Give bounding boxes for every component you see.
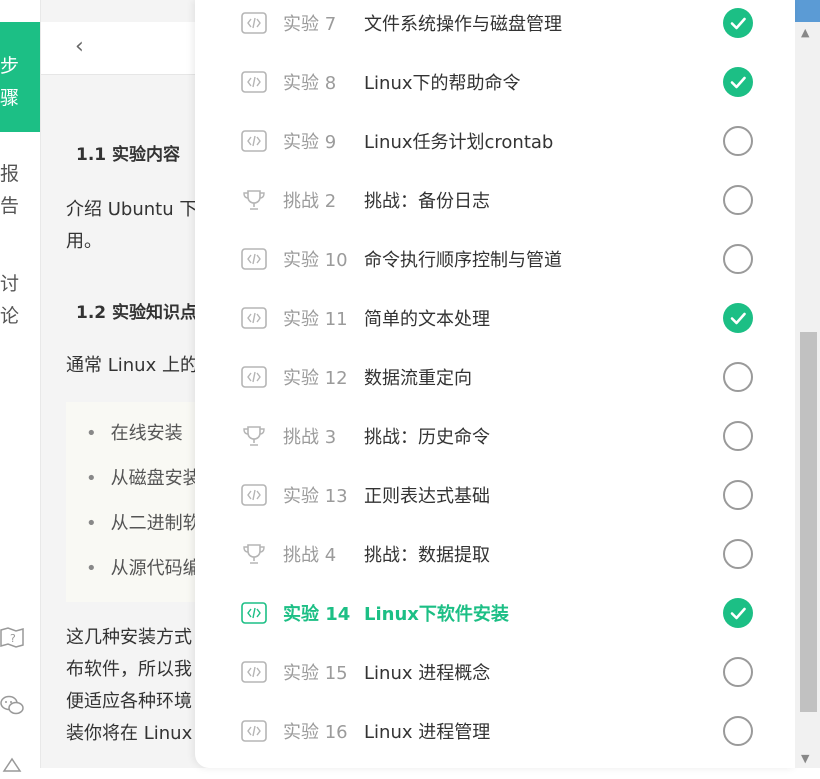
- lab-number: 实验 12: [283, 367, 348, 389]
- lab-title: 文件系统操作与磁盘管理: [364, 13, 562, 35]
- code-icon: [241, 306, 267, 329]
- lab-list-item[interactable]: 实验 13 正则表达式基础: [195, 465, 795, 524]
- scroll-up-icon[interactable]: ▲: [801, 26, 809, 39]
- lab-number: 实验 16: [283, 721, 348, 743]
- code-icon: [241, 719, 267, 742]
- lab-number: 挑战 2: [283, 190, 337, 212]
- empty-circle-icon: [723, 715, 753, 746]
- paragraph-line: 用。: [66, 231, 102, 252]
- lab-list-item[interactable]: 实验 10 命令执行顺序控制与管道: [195, 229, 795, 288]
- trophy-icon: [241, 425, 267, 447]
- code-icon: [241, 247, 267, 270]
- lab-title: 挑战：数据提取: [364, 544, 490, 566]
- check-circle-icon: [723, 7, 753, 38]
- help-map-icon[interactable]: ?: [0, 625, 24, 649]
- partial-icon[interactable]: [0, 755, 24, 779]
- lab-number: 实验 13: [283, 485, 348, 507]
- lab-list-item[interactable]: 挑战 3 挑战：历史命令: [195, 406, 795, 465]
- tab-steps[interactable]: 步骤: [0, 22, 40, 132]
- lab-number: 实验 8: [283, 72, 337, 94]
- lab-number: 实验 14: [283, 603, 351, 625]
- lab-title: 简单的文本处理: [364, 308, 490, 330]
- empty-circle-icon: [723, 479, 753, 510]
- trophy-icon: [241, 189, 267, 211]
- paragraph-line: 便适应各种环境: [66, 691, 192, 712]
- lab-list-item[interactable]: 实验 14 Linux下软件安装: [195, 583, 795, 642]
- paragraph-line: 装你将在 Linux: [66, 723, 193, 744]
- tab-discuss[interactable]: 讨论: [0, 268, 22, 332]
- code-icon: [241, 483, 267, 506]
- tab-report[interactable]: 报告: [0, 158, 22, 222]
- lab-title: 命令执行顺序控制与管道: [364, 249, 562, 271]
- lab-list-item[interactable]: 实验 12 数据流重定向: [195, 347, 795, 406]
- trophy-icon: [241, 543, 267, 565]
- lab-list-item[interactable]: 挑战 2 挑战：备份日志: [195, 170, 795, 229]
- empty-circle-icon: [723, 125, 753, 156]
- lab-title: Linux下的帮助命令: [364, 72, 521, 94]
- scroll-down-icon[interactable]: ▼: [801, 752, 809, 765]
- lab-number: 实验 10: [283, 249, 348, 271]
- back-chevron-icon[interactable]: ‹: [75, 34, 84, 59]
- lab-list-item[interactable]: 实验 15 Linux 进程概念: [195, 642, 795, 701]
- empty-circle-icon: [723, 243, 753, 274]
- lab-list-item[interactable]: 实验 16 Linux 进程管理: [195, 701, 795, 760]
- tab-steps-label: 步骤: [0, 55, 20, 109]
- lab-list-dropdown: 实验 7 文件系统操作与磁盘管理实验 8 Linux下的帮助命令实验 9 Linux任…: [195, 0, 795, 768]
- section-heading-2: 1.2 实验知识点: [76, 303, 198, 323]
- check-circle-icon: [723, 302, 753, 333]
- empty-circle-icon: [723, 184, 753, 215]
- code-icon: [241, 70, 267, 93]
- code-icon: [241, 601, 267, 624]
- lab-title: 数据流重定向: [364, 367, 472, 389]
- lab-list-item[interactable]: 实验 11 简单的文本处理: [195, 288, 795, 347]
- lab-list-item[interactable]: 挑战 4 挑战：数据提取: [195, 524, 795, 583]
- empty-circle-icon: [723, 420, 753, 451]
- left-rail: 步骤 报告 讨论 ?: [0, 0, 41, 772]
- lab-title: 正则表达式基础: [364, 485, 490, 507]
- check-circle-icon: [723, 66, 753, 97]
- lab-title: 挑战：历史命令: [364, 426, 490, 448]
- code-icon: [241, 365, 267, 388]
- paragraph-line: 介绍 Ubuntu 下: [66, 199, 198, 220]
- code-icon: [241, 660, 267, 683]
- scrollbar-thumb[interactable]: [800, 332, 817, 712]
- lab-list-item[interactable]: 实验 8 Linux下的帮助命令: [195, 52, 795, 111]
- code-icon: [241, 129, 267, 152]
- wechat-icon[interactable]: [0, 693, 24, 717]
- paragraph-line: 通常 Linux 上的: [66, 355, 198, 376]
- empty-circle-icon: [723, 656, 753, 687]
- lab-title: Linux 进程概念: [364, 662, 491, 684]
- code-icon: [241, 11, 267, 34]
- svg-text:?: ?: [10, 632, 16, 645]
- paragraph-line: 这几种安装方式: [66, 627, 192, 648]
- lab-number: 挑战 4: [283, 544, 337, 566]
- lab-number: 实验 7: [283, 13, 337, 35]
- lab-number: 实验 9: [283, 131, 337, 153]
- lab-number: 挑战 3: [283, 426, 337, 448]
- lab-title: Linux 进程管理: [364, 721, 491, 743]
- lab-number: 实验 15: [283, 662, 348, 684]
- paragraph-line: 布软件，所以我: [66, 659, 192, 680]
- empty-circle-icon: [723, 538, 753, 569]
- section-heading-1: 1.1 实验内容: [76, 145, 181, 165]
- check-circle-icon: [723, 597, 753, 628]
- lab-title: Linux任务计划crontab: [364, 131, 554, 153]
- lab-title: 挑战：备份日志: [364, 190, 490, 212]
- lab-number: 实验 11: [283, 308, 348, 330]
- lab-title: Linux下软件安装: [364, 603, 509, 625]
- empty-circle-icon: [723, 361, 753, 392]
- lab-list-item[interactable]: 实验 7 文件系统操作与磁盘管理: [195, 0, 795, 52]
- lab-list-item[interactable]: 实验 9 Linux任务计划crontab: [195, 111, 795, 170]
